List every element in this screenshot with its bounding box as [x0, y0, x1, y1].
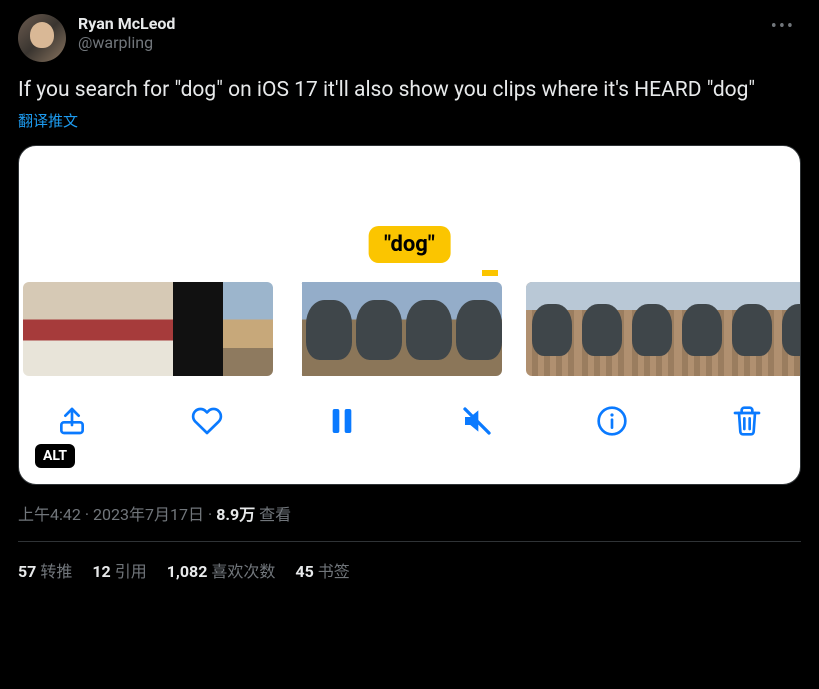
marker-tick — [482, 270, 498, 276]
search-term-badge: "dog" — [368, 226, 451, 263]
translate-link[interactable]: 翻译推文 — [18, 110, 801, 131]
share-icon[interactable] — [55, 404, 89, 438]
quotes-stat[interactable]: 12引用 — [92, 558, 146, 582]
clip-thumbnail[interactable] — [297, 282, 502, 376]
trash-icon[interactable] — [730, 404, 764, 438]
user-block[interactable]: Ryan McLeod @warpling — [78, 14, 753, 52]
clip-thumbnail[interactable] — [23, 282, 273, 376]
clip-thumbnail[interactable] — [526, 282, 800, 376]
likes-stat[interactable]: 1,082喜欢次数 — [167, 558, 276, 582]
media-card: "dog" — [18, 145, 801, 485]
more-button[interactable]: ••• — [765, 14, 801, 39]
retweets-stat[interactable]: 57转推 — [18, 558, 72, 582]
user-handle: @warpling — [78, 33, 753, 52]
alt-badge[interactable]: ALT — [35, 444, 75, 468]
media-controls — [19, 376, 800, 466]
bookmarks-stat[interactable]: 45书签 — [295, 558, 349, 582]
tweet-header: Ryan McLeod @warpling ••• — [18, 14, 801, 62]
tweet-text: If you search for "dog" on iOS 17 it'll … — [18, 76, 801, 104]
heart-icon[interactable] — [190, 404, 224, 438]
tweet-container: Ryan McLeod @warpling ••• If you search … — [0, 0, 819, 582]
avatar[interactable] — [18, 14, 66, 62]
display-name: Ryan McLeod — [78, 14, 753, 33]
media-top: "dog" — [19, 146, 800, 282]
mute-icon[interactable] — [460, 404, 494, 438]
pause-icon[interactable] — [325, 404, 359, 438]
timeline-strip[interactable] — [19, 282, 800, 376]
tweet-stats: 57转推 12引用 1,082喜欢次数 45书签 — [18, 542, 801, 582]
tweet-time[interactable]: 上午4:42 — [18, 505, 81, 524]
views-count: 8.9万 — [216, 505, 255, 524]
info-icon[interactable] — [595, 404, 629, 438]
views-label: 查看 — [259, 505, 291, 524]
tweet-date[interactable]: 2023年7月17日 — [93, 505, 204, 524]
tweet-meta: 上午4:42·2023年7月17日·8.9万 查看 — [18, 501, 801, 525]
